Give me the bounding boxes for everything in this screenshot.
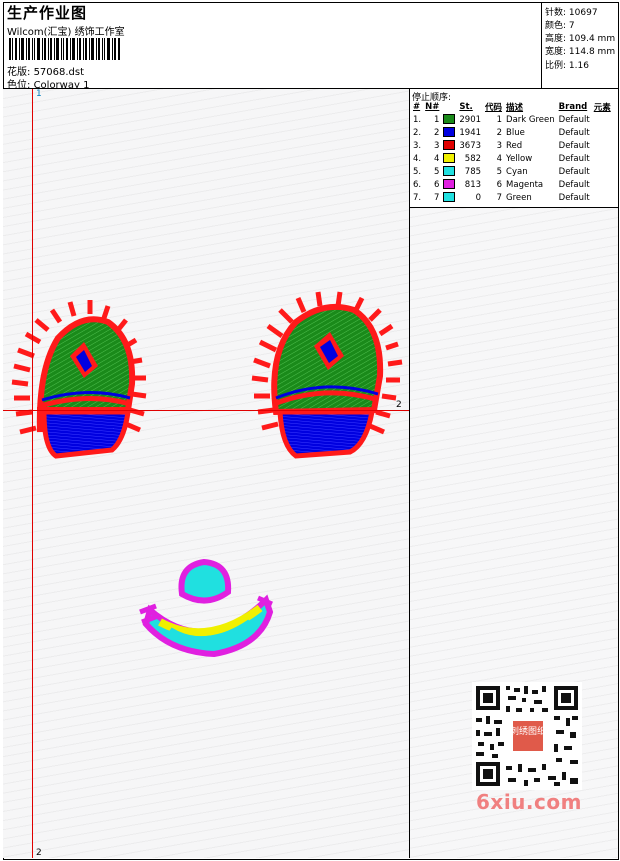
stitch-count: 3673 [459,140,482,151]
color-code: 5 [496,166,503,177]
stop-sequence-table: # N# St. 代码 描述 Brand 元素 1. 1 2901 1 Dark Gre… [411,101,613,204]
thread-color-swatch [443,153,456,164]
needle-number: 1 [433,114,440,125]
color-code: 7 [496,192,503,203]
axis-label-v-top: 1 [36,89,42,99]
brand: Default [558,127,590,138]
color-swatch [441,165,457,178]
needle-number: 3 [433,140,440,151]
stop-index: 1. [413,114,422,125]
stitch-count: 2901 [459,114,482,125]
needle-number: 7 [433,192,440,203]
qr-code: 刺绣图纸 [472,682,582,790]
color-description: Yellow [506,153,533,164]
element [592,191,613,204]
element [592,126,613,139]
stitch-count: 813 [464,179,482,190]
needle-number: 5 [433,166,440,177]
watermark-text: 6xiu.com [476,790,582,814]
stop-index: 7. [413,192,422,203]
color-description: Green [506,192,532,203]
thread-color-swatch [443,179,456,190]
stitch-count: 785 [464,166,482,177]
table-header-row: # N# St. 代码 描述 Brand 元素 [413,102,611,113]
brand: Default [558,192,590,203]
stop-index: 6. [413,179,422,190]
thread-color-swatch [443,166,456,177]
color-swatch [441,178,457,191]
color-description: Dark Green [506,114,555,125]
thread-color-swatch [443,114,456,125]
brand: Default [558,114,590,125]
element [592,113,613,126]
svg-text:刺绣图纸: 刺绣图纸 [510,725,546,737]
stitch-count: 582 [464,153,482,164]
element [592,165,613,178]
color-swatch [441,113,457,126]
table-row: 2. 2 1941 2 Blue Default [411,126,613,139]
color-code: 3 [496,140,503,151]
brand: Default [558,140,590,151]
color-description: Blue [506,127,525,138]
brand: Default [558,179,590,190]
needle-number: 2 [433,127,440,138]
stitch-count: 0 [475,192,482,203]
color-code: 2 [496,127,503,138]
table-row: 4. 4 582 4 Yellow Default [411,152,613,165]
stop-index: 3. [413,140,422,151]
table-row: 6. 6 813 6 Magenta Default [411,178,613,191]
color-swatch [441,126,457,139]
color-description: Cyan [506,166,528,177]
brand: Default [558,166,590,177]
color-code: 4 [496,153,503,164]
color-swatch [441,152,457,165]
horizontal-axis-line [3,410,409,411]
color-code: 6 [496,179,503,190]
table-row: 1. 1 2901 1 Dark Green Default [411,113,613,126]
stop-index: 4. [413,153,422,164]
table-row: 3. 3 3673 3 Red Default [411,139,613,152]
needle-number: 4 [433,153,440,164]
table-row: 5. 5 785 5 Cyan Default [411,165,613,178]
element [592,178,613,191]
color-code: 1 [496,114,503,125]
color-swatch [441,139,457,152]
stop-index: 5. [413,166,422,177]
stop-index: 2. [413,127,422,138]
right-eye-motif [251,291,403,459]
color-swatch [441,191,457,204]
thread-color-swatch [443,140,456,151]
axis-label-h-right: 2 [396,400,402,410]
element [592,139,613,152]
color-description: Red [506,140,523,151]
needle-number: 6 [433,179,440,190]
axis-label-v-bottom: 2 [36,848,42,858]
mouth-motif [139,558,274,658]
table-row: 7. 7 0 7 Green Default [411,191,613,204]
vertical-axis-line [32,89,33,858]
thread-color-swatch [443,192,456,203]
stitch-count: 1941 [459,127,482,138]
color-description: Magenta [506,179,544,190]
thread-color-swatch [443,127,456,138]
brand: Default [558,153,590,164]
element [592,152,613,165]
